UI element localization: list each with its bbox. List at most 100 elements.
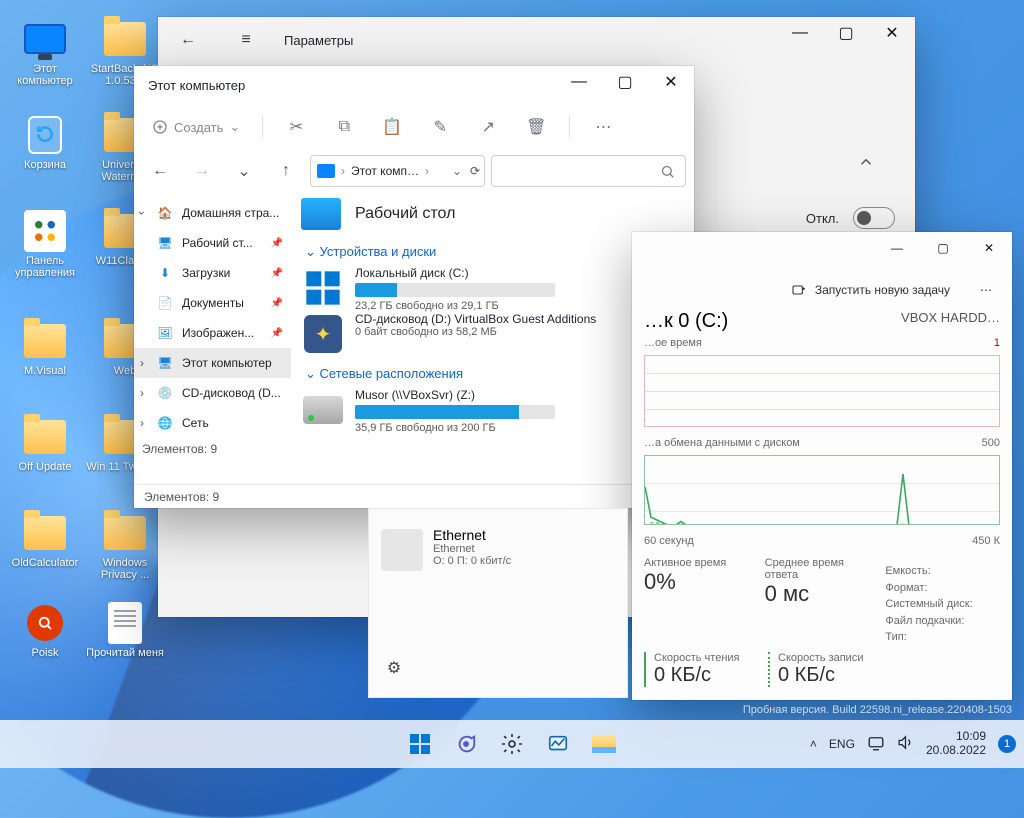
group-header[interactable]: Устройства и диски [305, 244, 684, 260]
pin-icon: 📌 [271, 268, 283, 279]
desktop-icon[interactable]: OldCalculator [5, 512, 85, 569]
new-button[interactable]: Создать ⌄ [142, 119, 250, 135]
maximize-button[interactable]: ▢ [920, 232, 966, 264]
taskbar: ˄ ENG 10:09 20.08.2022 1 [0, 720, 1024, 768]
volume-icon[interactable] [897, 734, 914, 754]
chat-icon[interactable] [445, 723, 487, 765]
ethernet-icon [381, 529, 423, 571]
drive-icon: ✦ [301, 312, 345, 356]
icon-label: M.Visual [24, 365, 66, 377]
back-icon[interactable]: ← [168, 20, 208, 60]
chevron-down-icon[interactable]: ⌄ [226, 155, 262, 187]
more-icon[interactable]: ⋯ [970, 277, 1002, 303]
pin-icon: 📌 [271, 238, 283, 249]
chevron-up-icon[interactable] [857, 153, 875, 176]
folder-icon [301, 198, 341, 230]
toggle-switch[interactable] [853, 207, 895, 229]
pc-icon: 🖥 [156, 354, 174, 372]
sidebar-item[interactable]: ⬇Загрузки📌 [134, 258, 291, 288]
start-button[interactable] [399, 723, 441, 765]
pc-icon [317, 164, 335, 178]
desktop-icon[interactable]: Poisk [5, 602, 85, 659]
close-button[interactable]: ✕ [966, 232, 1012, 264]
home-icon: 🏠 [156, 204, 174, 222]
desktop-icon[interactable]: Этот компьютер [5, 18, 85, 87]
toggle-label: Откл. [806, 211, 839, 226]
cut-icon[interactable]: ✂ [275, 109, 317, 145]
drive-icon [301, 388, 345, 432]
language-indicator[interactable]: ENG [829, 737, 855, 751]
notification-icon[interactable]: 1 [998, 735, 1016, 753]
folder-icon [104, 512, 146, 554]
settings-fragment: ⚙ Ethernet Ethernet О: 0 П: 0 кбит/с ⚙ [368, 508, 628, 698]
list-item[interactable]: Рабочий стол [301, 198, 684, 234]
info-row: Формат: [885, 580, 1000, 597]
nav-up-icon[interactable]: ↑ [268, 155, 304, 187]
settings-app-icon[interactable] [491, 723, 533, 765]
desktop-icon[interactable]: Прочитай меня [85, 602, 165, 659]
maximize-button[interactable]: ▢ [823, 17, 869, 49]
desktop-icon[interactable]: M.Visual [5, 320, 85, 377]
sidebar-item[interactable]: 🖥Этот компьютер [134, 348, 291, 378]
desktop-icon[interactable]: Панель управления [5, 210, 85, 279]
icon-label: Корзина [24, 159, 66, 171]
paste-icon[interactable]: 📋 [371, 109, 413, 145]
rename-icon[interactable]: ✎ [419, 109, 461, 145]
taskmgr-app-icon[interactable] [537, 723, 579, 765]
minimize-button[interactable]: — [777, 17, 823, 49]
clock[interactable]: 10:09 20.08.2022 [926, 730, 986, 758]
sidebar-item[interactable]: 📄Документы📌 [134, 288, 291, 318]
nav-back-icon[interactable]: ← [142, 155, 178, 187]
search-input[interactable] [491, 155, 686, 187]
tray-chevron-icon[interactable]: ˄ [810, 737, 817, 751]
circle-icon [24, 602, 66, 644]
share-icon[interactable]: ↗ [467, 109, 509, 145]
maximize-button[interactable]: ▢ [602, 66, 648, 98]
status-text: Элементов: 9 [144, 490, 219, 504]
close-button[interactable]: ✕ [869, 17, 915, 49]
explorer-app-icon[interactable] [583, 723, 625, 765]
desktop-icon[interactable]: Корзина [5, 114, 85, 171]
info-row: Тип: [885, 629, 1000, 646]
minimize-button[interactable]: — [874, 232, 920, 264]
explorer-toolbar: Создать ⌄ ✂ ⧉ 📋 ✎ ↗ 🗑 ⋯ [134, 104, 694, 150]
network-icon[interactable] [867, 734, 885, 755]
minimize-button[interactable]: — [556, 66, 602, 98]
downloads-icon: ⬇ [156, 264, 174, 282]
text-icon [104, 602, 146, 644]
sidebar-item[interactable]: 🌐Сеть [134, 408, 291, 438]
explorer-sidebar: 🏠Домашняя стра...🖥Рабочий ст...📌⬇Загрузк… [134, 192, 291, 484]
disk-model: VBOX HARDD… [901, 310, 1000, 333]
pin-icon: 📌 [271, 328, 283, 339]
sidebar-item[interactable]: 🖼Изображен...📌 [134, 318, 291, 348]
more-icon[interactable]: ⋯ [582, 109, 624, 145]
disk-header: …к 0 (C:) [644, 310, 728, 333]
taskmgr-window: — ▢ ✕ Запустить новую задачу ⋯ …к 0 (C:)… [632, 232, 1012, 700]
desktop-icon[interactable]: Off Update [5, 416, 85, 473]
desktop-icon[interactable]: Windows Privacy ... [85, 512, 165, 581]
sidebar-item[interactable]: 🖥Рабочий ст...📌 [134, 228, 291, 258]
run-task-button[interactable]: Запустить новую задачу [781, 276, 960, 304]
drive-item[interactable]: Локальный диск (C:)23,2 ГБ свободно из 2… [301, 266, 684, 312]
chart-title: …ое время [644, 337, 702, 349]
nav-forward-icon[interactable]: → [184, 155, 220, 187]
settings-title: Параметры [284, 33, 353, 48]
bin-icon [24, 114, 66, 156]
drive-item[interactable]: ✦CD-дисковод (D:) VirtualBox Guest Addit… [301, 312, 684, 356]
info-row: Емкость: [885, 563, 1000, 580]
icon-label: Прочитай меня [86, 647, 164, 659]
sidebar-item[interactable]: 💿CD-дисковод (D... [134, 378, 291, 408]
close-button[interactable]: ✕ [648, 66, 694, 98]
pin-icon: 📌 [271, 298, 283, 309]
breadcrumb[interactable]: › Этот комп… › ⌄ ⟳ [310, 155, 485, 187]
delete-icon[interactable]: 🗑 [515, 109, 557, 145]
drive-item[interactable]: Musor (\\VBoxSvr) (Z:)35,9 ГБ свободно и… [301, 388, 684, 434]
group-header[interactable]: Сетевые расположения [305, 366, 684, 382]
copy-icon[interactable]: ⧉ [323, 109, 365, 145]
sidebar-item[interactable]: 🏠Домашняя стра... [134, 198, 291, 228]
gear-icon[interactable]: ⚙ [373, 647, 415, 689]
hamburger-icon[interactable]: ≡ [226, 20, 266, 60]
folder-icon [104, 18, 146, 60]
folder-icon [24, 320, 66, 362]
disk-chart [644, 355, 1000, 427]
